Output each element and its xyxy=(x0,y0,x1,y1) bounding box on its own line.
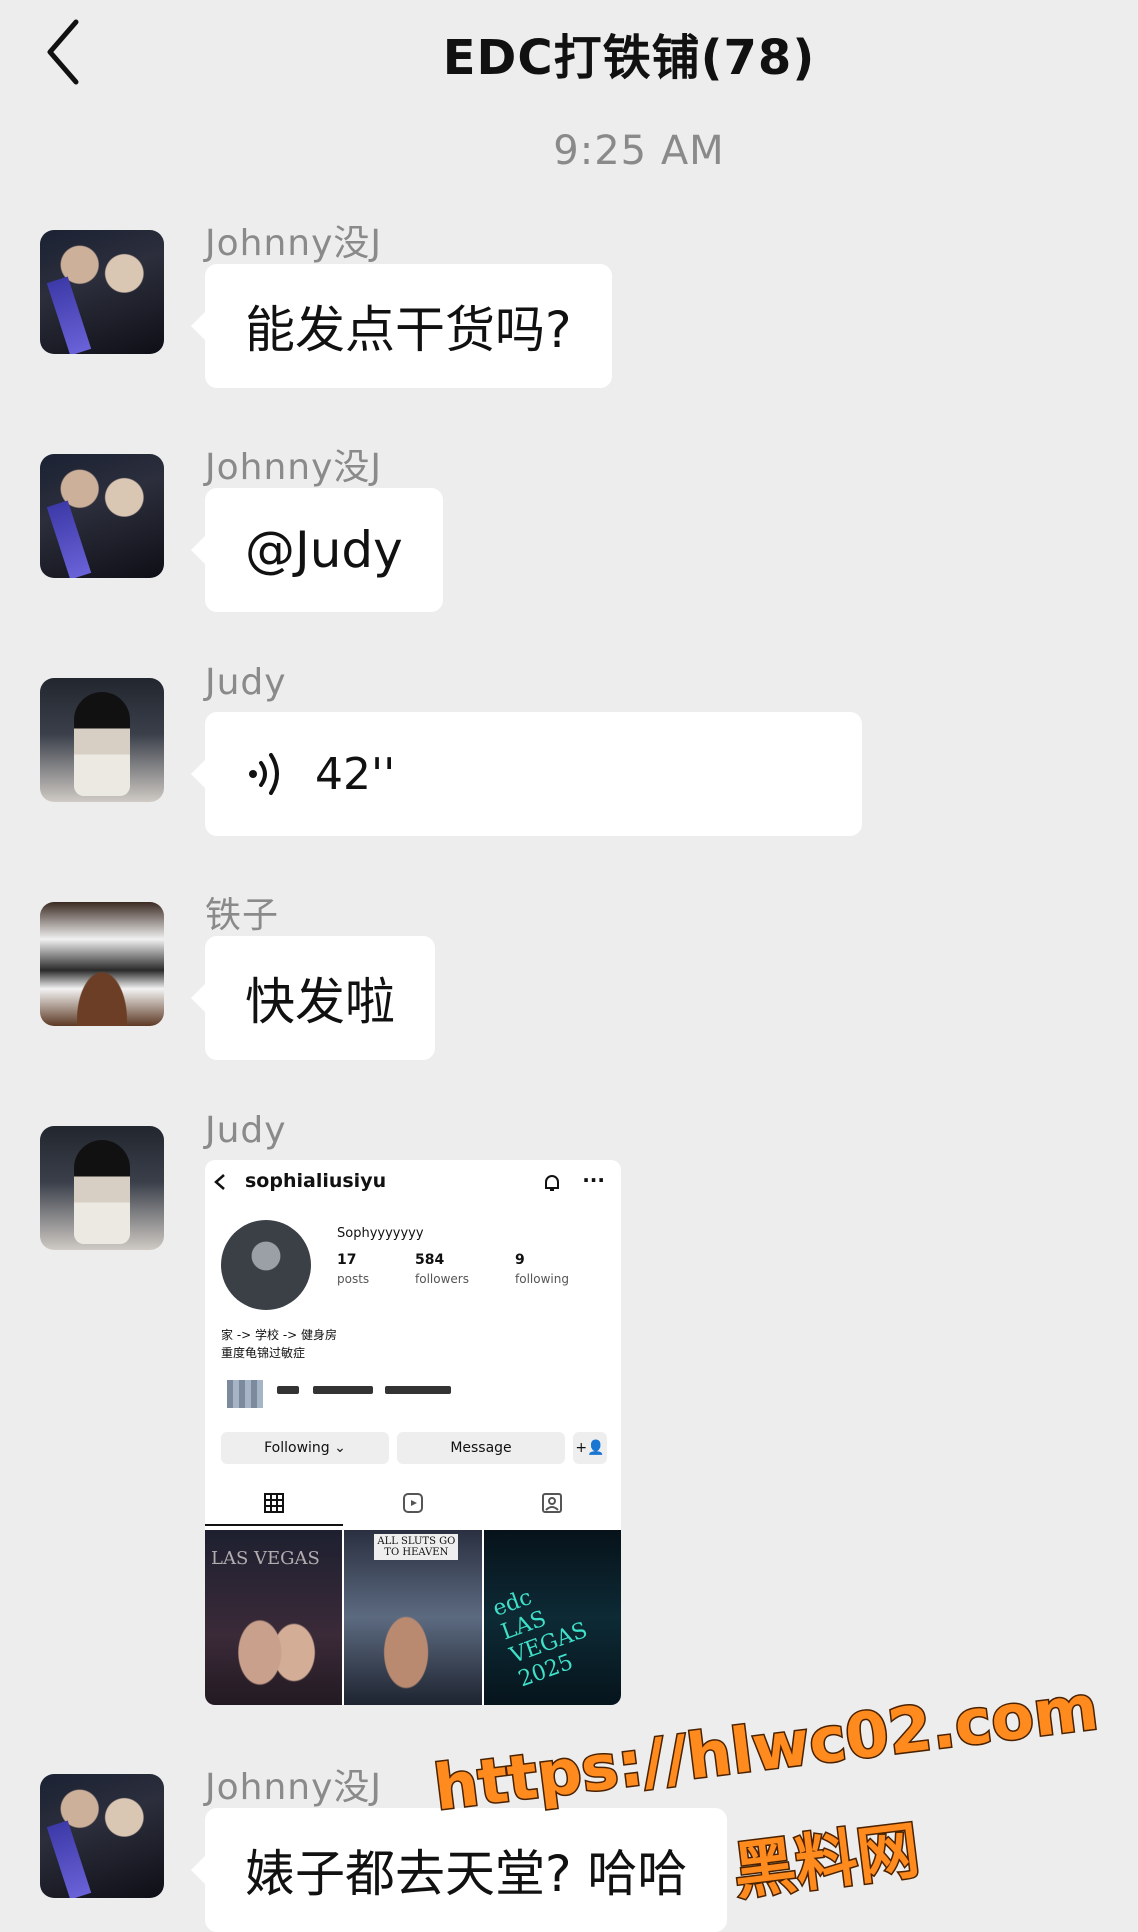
sender-name: Judy xyxy=(205,1110,287,1151)
tab-indicator xyxy=(205,1524,343,1526)
chat-title: EDC打铁铺(78) xyxy=(442,30,816,86)
avatar[interactable] xyxy=(40,454,164,578)
sender-name: 铁子 xyxy=(205,895,280,936)
ig-stat-label: followers xyxy=(415,1272,469,1286)
sender-name: Johnny没J xyxy=(205,447,383,488)
ig-display-name: Sophyyyyyyy xyxy=(337,1226,424,1241)
redacted-text xyxy=(313,1386,373,1394)
message-timestamp: 9:25 AM xyxy=(553,128,725,174)
message-bubble[interactable]: 能发点干货吗? xyxy=(191,264,612,388)
redacted-text xyxy=(385,1386,451,1394)
image-message-instagram-screenshot[interactable]: sophialiusiyu ··· Sophyyyyyyy 17 posts 5… xyxy=(205,1160,621,1705)
avatar[interactable] xyxy=(40,678,164,802)
grid-icon xyxy=(264,1493,284,1513)
ig-stat-value: 584 xyxy=(415,1252,445,1268)
tagged-icon xyxy=(542,1493,562,1513)
bell-icon xyxy=(545,1175,559,1191)
avatar[interactable] xyxy=(40,1126,164,1250)
ig-bio-line: 家 -> 学校 -> 健身房 xyxy=(221,1328,338,1342)
watermark-site-name: 黑料网 xyxy=(728,1812,925,1910)
ig-post-grid: LAS VEGAS ALL SLUTS GO TO HEAVEN edc LAS… xyxy=(205,1530,621,1705)
reels-icon xyxy=(403,1493,423,1513)
ig-stat-label: posts xyxy=(337,1272,370,1286)
voice-wave-icon xyxy=(249,753,279,795)
voice-message-bubble[interactable]: 42'' xyxy=(191,712,862,836)
avatar[interactable] xyxy=(40,1774,164,1898)
ig-stat-label: following xyxy=(515,1272,569,1286)
message-bubble[interactable]: @Judy xyxy=(191,488,443,612)
ig-post-thumbnail: edc LAS VEGAS 2025 xyxy=(483,1530,621,1705)
message-bubble[interactable]: 婊子都去天堂? 哈哈 xyxy=(190,1808,728,1932)
ig-username: sophialiusiyu xyxy=(245,1170,387,1192)
avatar[interactable] xyxy=(40,230,164,354)
avatar[interactable] xyxy=(40,902,164,1026)
ig-bio-line: 重度龟锦过敏症 xyxy=(221,1346,306,1360)
voice-duration: 42'' xyxy=(315,748,396,800)
ig-topbar: sophialiusiyu ··· xyxy=(205,1160,621,1204)
redacted-image xyxy=(227,1380,263,1408)
ig-post-thumbnail: ALL SLUTS GO TO HEAVEN xyxy=(344,1530,482,1705)
ig-back-icon xyxy=(214,1174,225,1190)
sender-name: Johnny没J xyxy=(205,223,383,264)
add-user-icon: +👤 xyxy=(573,1432,607,1464)
chat-header: EDC打铁铺(78) xyxy=(0,0,1138,110)
ig-profile-picture xyxy=(221,1220,311,1310)
following-button: Following ⌄ xyxy=(221,1432,389,1464)
ig-post-thumbnail: LAS VEGAS xyxy=(205,1530,343,1705)
ig-stat-value: 17 xyxy=(337,1252,357,1268)
message-bubble[interactable]: 快发啦 xyxy=(191,936,435,1060)
sender-name: Judy xyxy=(205,662,287,703)
ig-stat-value: 9 xyxy=(515,1252,525,1268)
message-button: Message xyxy=(397,1432,565,1464)
redacted-text xyxy=(277,1386,299,1394)
more-icon: ··· xyxy=(582,1168,605,1192)
sender-name: Johnny没J xyxy=(205,1767,383,1808)
